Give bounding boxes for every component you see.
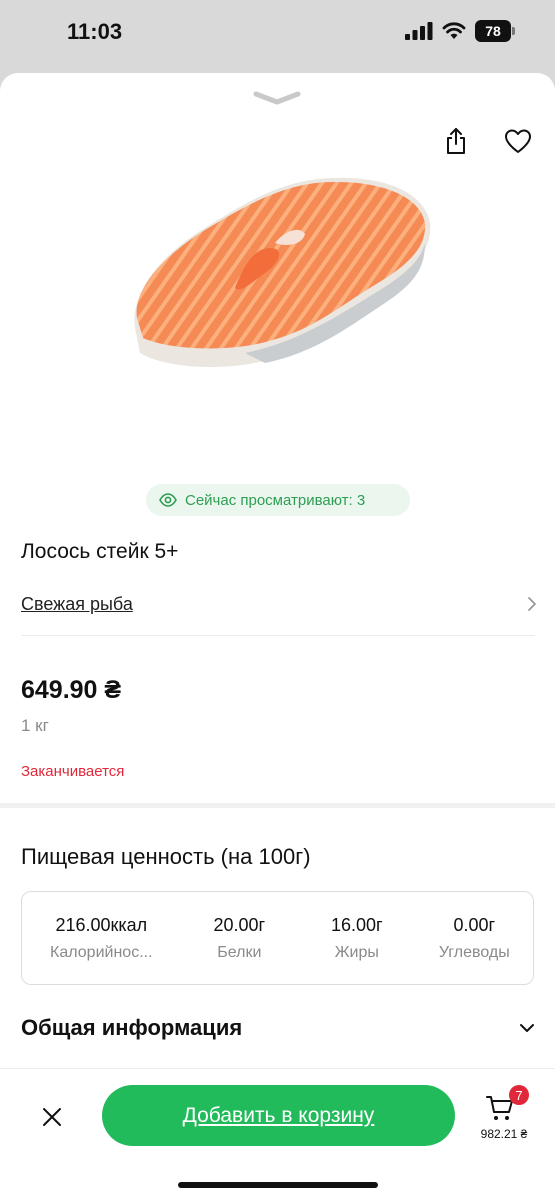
stock-status: Заканчивается [21,763,125,780]
eye-icon [159,493,177,507]
battery-icon: 78 [475,20,515,42]
add-to-cart-button[interactable]: Добавить в корзину [102,1085,455,1146]
nutrition-label: Углеводы [438,943,510,961]
product-price: 649.90 ₴ [21,676,122,704]
section-separator [0,803,555,808]
nutrition-calories: 216.00ккал Калорийнос... [22,892,181,984]
cart-button[interactable]: 7 982.21 ₴ [472,1085,536,1149]
viewers-badge: Сейчас просматривают: 3 [146,484,410,516]
nutrition-title: Пищевая ценность (на 100г) [21,844,311,869]
add-to-cart-label: Добавить в корзину [182,1103,375,1127]
nutrition-card: 216.00ккал Калорийнос... 20.00г Белки 16… [21,891,534,985]
wifi-icon [442,22,466,39]
salmon-steak-image [134,177,431,368]
status-bar: 11:03 78 [0,0,555,70]
viewers-count-text: Сейчас просматривают: 3 [185,491,366,509]
product-title: Лосось стейк 5+ [21,540,179,563]
chevron-down-icon [520,1024,534,1032]
home-indicator [178,1182,378,1188]
nutrition-fat: 16.00г Жиры [298,892,415,984]
product-unit: 1 кг [21,716,49,735]
status-time: 11:03 [67,19,123,44]
nutrition-value: 216.00ккал [55,914,148,935]
share-button[interactable] [436,121,476,161]
close-icon [43,1108,61,1126]
bottom-action-bar: Добавить в корзину 7 982.21 ₴ [0,1068,555,1200]
battery-level: 78 [475,20,511,42]
product-sheet: Сейчас просматривают: 3 Лосось стейк 5+ … [0,73,555,1200]
divider [21,635,535,636]
general-info-toggle[interactable]: Общая информация [21,1010,535,1046]
nutrition-value: 20.00г [213,914,266,935]
close-button[interactable] [32,1097,72,1137]
signal-icon [405,22,433,40]
category-link[interactable]: Свежая рыба [21,588,537,620]
status-icons: 78 [405,20,515,42]
nutrition-label: Калорийнос... [50,943,153,961]
chevron-right-icon [528,597,536,611]
nutrition-carbs: 0.00г Углеводы [416,892,533,984]
heart-icon [505,129,531,153]
general-info-title: Общая информация [21,1015,243,1040]
category-label[interactable]: Свежая рыба [21,594,133,615]
nutrition-value: 16.00г [330,914,383,935]
nutrition-label: Жиры [334,943,379,961]
share-icon [447,128,465,154]
chevron-down-icon[interactable] [253,91,301,110]
nutrition-protein: 20.00г Белки [181,892,298,984]
nutrition-value: 0.00г [453,914,496,935]
nutrition-label: Белки [217,943,262,961]
favorite-button[interactable] [498,121,538,161]
cart-count-badge: 7 [509,1085,529,1105]
cart-total: 982.21 ₴ [480,1127,528,1141]
